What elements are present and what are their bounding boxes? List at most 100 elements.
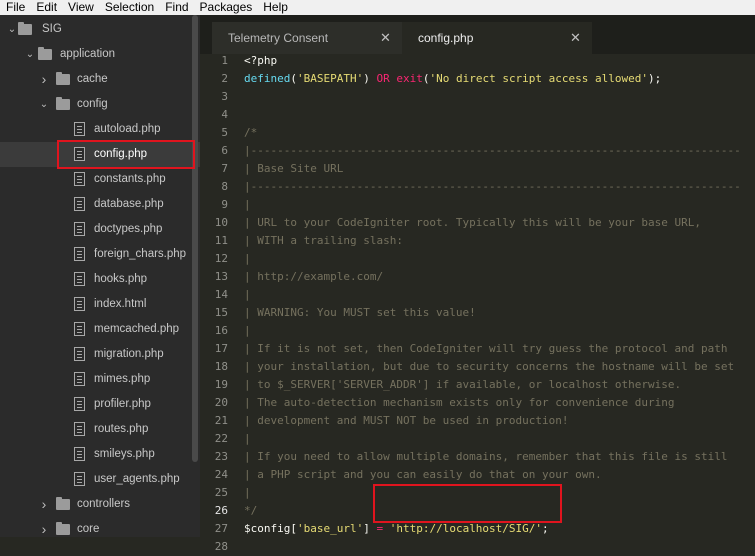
menu-edit[interactable]: Edit bbox=[30, 0, 62, 15]
code-token: ); bbox=[648, 72, 662, 85]
tree-folder-sig[interactable]: ⌄ SIG bbox=[0, 17, 200, 42]
code-editor[interactable]: <?php defined('BASEPATH') OR exit('No dir… bbox=[240, 54, 755, 537]
tree-file-migration-php[interactable]: migration.php bbox=[0, 342, 200, 367]
code-token: | WITH a trailing slash: bbox=[244, 234, 403, 247]
tree-file-hooks-php[interactable]: hooks.php bbox=[0, 267, 200, 292]
code-token: | URL to your CodeIgniter root. Typicall… bbox=[244, 216, 701, 229]
tree-folder-core[interactable]: › core bbox=[0, 517, 200, 537]
folder-icon bbox=[56, 72, 70, 85]
tree-item-label: user_agents.php bbox=[94, 473, 180, 485]
line-number: 8 bbox=[221, 180, 228, 193]
code-line: |---------------------------------------… bbox=[244, 178, 741, 196]
project-tree: ⌄ SIG ⌄ application › cache ⌄ config autoload.ph… bbox=[0, 15, 200, 537]
tree-item-label: profiler.php bbox=[94, 398, 151, 410]
line-number: 15 bbox=[214, 306, 228, 319]
line-number: 21 bbox=[214, 414, 228, 427]
line-number: 4 bbox=[221, 108, 228, 121]
menu-help[interactable]: Help bbox=[257, 0, 293, 15]
line-number: 24 bbox=[214, 468, 228, 481]
code-token: | development and MUST NOT be used in pr… bbox=[244, 414, 569, 427]
tree-folder-config[interactable]: ⌄ config bbox=[0, 92, 200, 117]
tree-file-autoload-php[interactable]: autoload.php bbox=[0, 117, 200, 142]
menu-packages[interactable]: Packages bbox=[194, 0, 258, 15]
chevron-right-icon[interactable]: › bbox=[38, 517, 50, 537]
file-icon bbox=[74, 172, 85, 186]
code-line: | bbox=[244, 286, 251, 304]
code-line: | URL to your CodeIgniter root. Typicall… bbox=[244, 214, 701, 232]
code-line: | development and MUST NOT be used in pr… bbox=[244, 412, 569, 430]
code-token: <?php bbox=[244, 54, 278, 67]
tree-file-doctypes-php[interactable]: doctypes.php bbox=[0, 217, 200, 242]
close-icon[interactable]: ✕ bbox=[570, 22, 581, 54]
tree-item-label: controllers bbox=[77, 498, 131, 510]
file-icon bbox=[74, 297, 85, 311]
tab-config-php[interactable]: config.php ✕ bbox=[402, 22, 592, 54]
code-token: ; bbox=[542, 522, 549, 535]
code-line: | to $_SERVER['SERVER_ADDR'] if availabl… bbox=[244, 376, 681, 394]
menu-find[interactable]: Find bbox=[159, 0, 193, 15]
chevron-down-icon[interactable]: ⌄ bbox=[6, 17, 18, 42]
tree-item-label: doctypes.php bbox=[94, 223, 163, 235]
line-number: 10 bbox=[214, 216, 228, 229]
base-url-highlight bbox=[373, 484, 562, 523]
tree-file-memcached-php[interactable]: memcached.php bbox=[0, 317, 200, 342]
chevron-down-icon[interactable]: ⌄ bbox=[38, 92, 50, 117]
line-number: 6 bbox=[221, 144, 228, 157]
tree-item-label: core bbox=[77, 523, 100, 535]
line-number: 14 bbox=[214, 288, 228, 301]
close-icon[interactable]: ✕ bbox=[380, 22, 391, 54]
line-number: 11 bbox=[214, 234, 228, 247]
tree-file-routes-php[interactable]: routes.php bbox=[0, 417, 200, 442]
code-line: | WARNING: You MUST set this value! bbox=[244, 304, 476, 322]
code-token: OR bbox=[376, 72, 390, 85]
tab-telemetry-consent[interactable]: Telemetry Consent ✕ bbox=[212, 22, 402, 54]
file-icon bbox=[74, 122, 85, 136]
tree-file-mimes-php[interactable]: mimes.php bbox=[0, 367, 200, 392]
code-token: $config[ bbox=[244, 522, 297, 535]
code-token: ] bbox=[363, 522, 377, 535]
tree-file-smileys-php[interactable]: smileys.php bbox=[0, 442, 200, 467]
line-number: 16 bbox=[214, 324, 228, 337]
menu-selection[interactable]: Selection bbox=[99, 0, 159, 15]
tree-item-label: application bbox=[60, 48, 115, 60]
menu-view[interactable]: View bbox=[62, 0, 99, 15]
tree-file-profiler-php[interactable]: profiler.php bbox=[0, 392, 200, 417]
code-token: |---------------------------------------… bbox=[244, 180, 741, 193]
tree-folder-application[interactable]: ⌄ application bbox=[0, 42, 200, 67]
folder-icon bbox=[38, 47, 52, 60]
line-number: 7 bbox=[221, 162, 228, 175]
tree-file-database-php[interactable]: database.php bbox=[0, 192, 200, 217]
tree-file-index-html[interactable]: index.html bbox=[0, 292, 200, 317]
code-token: | bbox=[244, 252, 251, 265]
chevron-right-icon[interactable]: › bbox=[38, 492, 50, 517]
tree-file-user-agents-php[interactable]: user_agents.php bbox=[0, 467, 200, 492]
code-line: | WITH a trailing slash: bbox=[244, 232, 403, 250]
line-number: 9 bbox=[221, 198, 228, 211]
code-line: | bbox=[244, 484, 251, 502]
tree-file-constants-php[interactable]: constants.php bbox=[0, 167, 200, 192]
code-line: | bbox=[244, 250, 251, 268]
code-token: exit bbox=[396, 72, 423, 85]
chevron-right-icon[interactable]: › bbox=[38, 67, 50, 92]
code-line: | bbox=[244, 196, 251, 214]
folder-icon bbox=[56, 522, 70, 535]
tree-file-foreign-chars-php[interactable]: foreign_chars.php bbox=[0, 242, 200, 267]
line-number: 1 bbox=[221, 54, 228, 67]
tree-folder-controllers[interactable]: › controllers bbox=[0, 492, 200, 517]
tree-folder-cache[interactable]: › cache bbox=[0, 67, 200, 92]
code-token: 'No direct script access allowed' bbox=[429, 72, 649, 85]
code-line: /* bbox=[244, 124, 257, 142]
menu-file[interactable]: File bbox=[0, 0, 30, 15]
line-number: 17 bbox=[214, 342, 228, 355]
tree-item-label: mimes.php bbox=[94, 373, 151, 385]
chevron-down-icon[interactable]: ⌄ bbox=[24, 42, 36, 67]
tree-item-label: config bbox=[77, 98, 108, 110]
code-token: | a PHP script and you can easily do tha… bbox=[244, 468, 602, 481]
tree-item-label: migration.php bbox=[94, 348, 164, 360]
folder-icon bbox=[18, 22, 32, 35]
line-number: 5 bbox=[221, 126, 228, 139]
tree-item-label: smileys.php bbox=[94, 448, 155, 460]
file-icon bbox=[74, 447, 85, 461]
code-token: | bbox=[244, 324, 251, 337]
line-number: 20 bbox=[214, 396, 228, 409]
